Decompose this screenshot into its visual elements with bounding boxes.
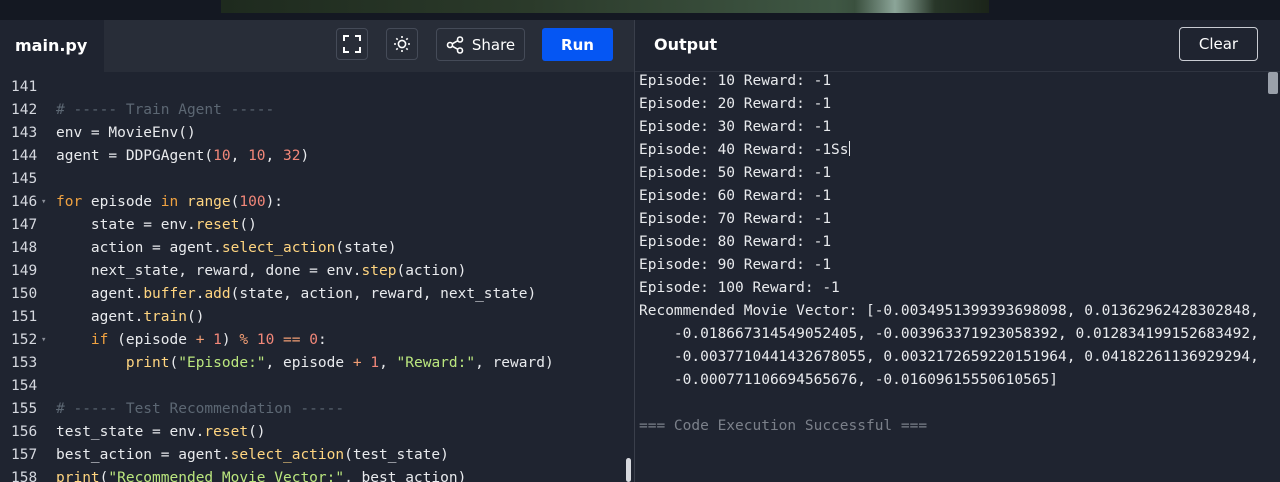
code-line: 144 agent = DDPGAgent(10, 10, 32) <box>0 145 620 168</box>
output-line: Episode: 100 Reward: -1 <box>639 280 840 296</box>
fullscreen-button[interactable] <box>336 28 368 60</box>
code-text: if (episode + 1) % 10 == 0: <box>90 332 327 348</box>
line-number: 145 <box>11 171 38 187</box>
line-number: 143 <box>11 125 38 141</box>
code-line: 146 ▾ for episode in range(100): <box>0 191 620 214</box>
code-line: 152 ▾ if (episode + 1) % 10 == 0: <box>0 329 620 352</box>
code-line: 145 <box>0 168 620 191</box>
editor-toolbar: main.py Share Run <box>0 20 634 72</box>
code-line: 154 <box>0 375 620 398</box>
line-number: 148 <box>11 240 38 256</box>
code-text: action = agent.select_action(state) <box>56 240 397 256</box>
code-text: state = env.reset() <box>56 217 257 233</box>
fold-arrow-icon[interactable]: ▾ <box>41 329 46 352</box>
line-number: 152 <box>11 332 38 348</box>
line-number: 155 <box>11 401 38 417</box>
theme-toggle-button[interactable] <box>386 28 418 60</box>
code-text: # ----- Train Agent ----- <box>56 102 275 118</box>
code-text: test_state = env.reset() <box>56 424 266 440</box>
line-number: 144 <box>11 148 38 164</box>
output-line: Episode: 40 Reward: -1Ss <box>639 139 850 162</box>
share-label: Share <box>471 35 516 54</box>
output-line: Episode: 70 Reward: -1 <box>639 211 832 227</box>
clear-button[interactable]: Clear <box>1179 27 1258 61</box>
line-number: 146 <box>11 194 38 210</box>
output-line: Episode: 30 Reward: -1 <box>639 119 832 135</box>
output-line: Episode: 60 Reward: -1 <box>639 188 832 204</box>
code-line: 142 # ----- Train Agent ----- <box>0 99 620 122</box>
code-line: 155 # ----- Test Recommendation ----- <box>0 398 620 421</box>
code-line: 158 print("Recommended Movie Vector:", b… <box>0 467 620 482</box>
code-text: print("Episode:", episode + 1, "Reward:"… <box>125 355 554 371</box>
code-line: 141 <box>0 76 620 99</box>
code-text: print("Recommended Movie Vector:", best_… <box>56 470 467 482</box>
output-line-text: Episode: 40 Reward: -1Ss <box>639 142 849 158</box>
line-number: 147 <box>11 217 38 233</box>
line-number: 150 <box>11 286 38 302</box>
output-line: Recommended Movie Vector: [-0.0034951399… <box>639 303 1259 319</box>
code-text: best_action = agent.select_action(test_s… <box>56 447 449 463</box>
code-line: 156 test_state = env.reset() <box>0 421 620 444</box>
share-icon <box>446 35 464 54</box>
output-line: Episode: 50 Reward: -1 <box>639 165 832 181</box>
text-caret <box>848 141 850 156</box>
code-line: 147 state = env.reset() <box>0 214 620 237</box>
share-button[interactable]: Share <box>436 28 525 61</box>
code-text: next_state, reward, done = env.step(acti… <box>56 263 467 279</box>
execution-status: === Code Execution Successful === <box>639 418 928 434</box>
output-title: Output <box>654 35 718 54</box>
editor-pane: main.py Share Run ...agent... <box>0 20 634 482</box>
code-text: # ----- Test Recommendation ----- <box>56 401 345 417</box>
top-banner <box>0 0 1280 20</box>
line-number: 154 <box>11 378 38 394</box>
line-number: 149 <box>11 263 38 279</box>
code-text: agent.train() <box>56 309 205 325</box>
code-text: for episode in range(100): <box>56 194 284 210</box>
line-number: 151 <box>11 309 38 325</box>
output-line: Episode: 10 Reward: -1 <box>639 73 832 89</box>
line-number: 153 <box>11 355 38 371</box>
code-line: 148 action = agent.select_action(state) <box>0 237 620 260</box>
line-number: 156 <box>11 424 38 440</box>
code-line: 153 print("Episode:", episode + 1, "Rewa… <box>0 352 620 375</box>
code-line: 150 agent.buffer.add(state, action, rewa… <box>0 283 620 306</box>
line-number: 158 <box>11 470 38 482</box>
code-line: 157 best_action = agent.select_action(te… <box>0 444 620 467</box>
code-editor[interactable]: ...agent... 141 142 # ----- Train Agent … <box>0 72 634 482</box>
output-line: Episode: 80 Reward: -1 <box>639 234 832 250</box>
editor-scrollbar[interactable] <box>620 72 634 482</box>
output-line: Episode: 20 Reward: -1 <box>639 96 832 112</box>
theme-icon <box>394 36 410 52</box>
fullscreen-icon <box>343 35 361 53</box>
output-scrollbar-thumb[interactable] <box>1268 72 1278 94</box>
code-text: agent.buffer.add(state, action, reward, … <box>56 286 537 302</box>
editor-scrollbar-thumb[interactable] <box>626 458 631 482</box>
output-pane: Output Clear Episode: 10 Reward: -1 Epis… <box>635 20 1280 482</box>
output-line: -0.018667314549052405, -0.00396337192305… <box>639 326 1259 342</box>
code-text: agent = DDPGAgent(10, 10, 32) <box>56 148 310 164</box>
output-line: Episode: 90 Reward: -1 <box>639 257 832 273</box>
code-line: 149 next_state, reward, done = env.step(… <box>0 260 620 283</box>
fold-arrow-icon[interactable]: ▾ <box>41 191 46 214</box>
line-number: 141 <box>11 79 38 95</box>
line-number: 157 <box>11 447 38 463</box>
banner-image-highlight <box>855 0 935 13</box>
line-number: 142 <box>11 102 38 118</box>
code-line: 143 env = MovieEnv() <box>0 122 620 145</box>
output-line: -0.000771106694565676, -0.01609615550610… <box>639 372 1059 388</box>
code-text: env = MovieEnv() <box>56 125 196 141</box>
output-header: Output Clear <box>635 20 1280 72</box>
file-tab[interactable]: main.py <box>0 20 104 72</box>
run-button[interactable]: Run <box>542 28 613 61</box>
code-line: 151 agent.train() <box>0 306 620 329</box>
output-line: -0.0037710441432678055, 0.00321726592201… <box>639 349 1259 365</box>
